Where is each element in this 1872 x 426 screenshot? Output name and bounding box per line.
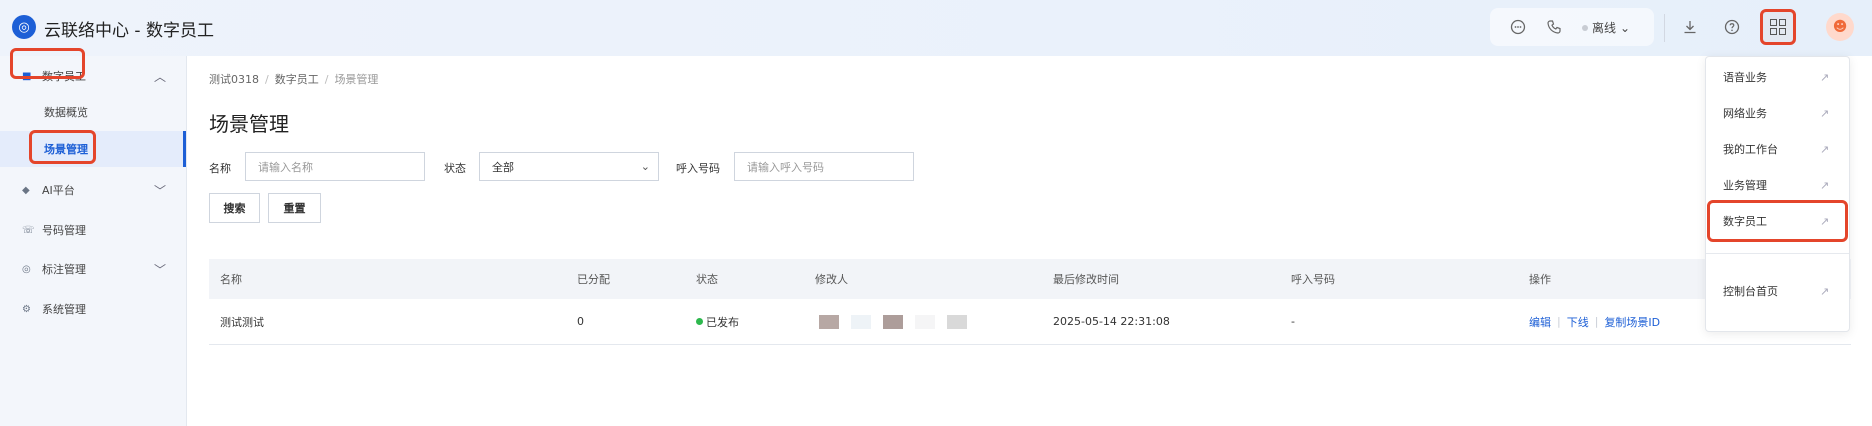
column-header: 最后修改时间 xyxy=(1053,273,1119,286)
chevron-down-icon: ﹀ xyxy=(154,183,167,198)
blur-swatch xyxy=(947,314,967,329)
status-dot xyxy=(1582,24,1588,31)
sidebar-item-number-management[interactable]: ☏ 号码管理 xyxy=(0,210,186,250)
menu-item-network-business[interactable]: 网络业务 ↗ xyxy=(1706,95,1849,131)
breadcrumb-item[interactable]: 测试0318 xyxy=(209,73,259,86)
top-header: ◎ 云联络中心 - 数字员工 离线 ⌄ ☻ xyxy=(0,0,1872,56)
menu-item-voice-business[interactable]: 语音业务 ↗ xyxy=(1706,59,1849,95)
blur-swatch xyxy=(819,314,839,329)
external-link-icon: ↗ xyxy=(1820,178,1830,192)
row-name: 测试测试 xyxy=(220,315,264,329)
status-select[interactable]: 全部 ⌄ xyxy=(479,152,659,181)
row-status: 已发布 xyxy=(696,299,739,344)
sidebar-item-label: 号码管理 xyxy=(42,224,86,237)
status-label: 离线 xyxy=(1592,21,1617,35)
page-title: 场景管理 xyxy=(209,112,289,136)
chevron-up-icon: ︿ xyxy=(154,69,167,84)
app-grid-button[interactable] xyxy=(1760,9,1796,45)
number-input-placeholder: 请输入呼入号码 xyxy=(747,160,824,174)
main-content: 测试0318/数字员工 / 场景管理 场景管理 名称 请输入名称 状态 全部 ⌄ 呼… xyxy=(187,56,1872,426)
app-title: 云联络中心 - 数字员工 xyxy=(44,21,214,41)
help-icon[interactable] xyxy=(1722,17,1742,37)
status-text: 已发布 xyxy=(706,315,739,329)
sidebar-item-label: 标注管理 xyxy=(42,263,86,276)
chevron-down-icon: ﹀ xyxy=(154,262,167,277)
sidebar-item-ai-platform[interactable]: ◆ AI平台 ﹀ xyxy=(0,170,186,210)
gear-icon: ⚙ xyxy=(22,303,31,315)
blurred-modifier-name xyxy=(819,314,967,329)
sidebar-subitem-data-overview[interactable]: 数据概览 xyxy=(0,94,186,130)
chat-icon[interactable] xyxy=(1508,17,1528,37)
status-dot xyxy=(696,318,703,325)
status-filter-label: 状态 xyxy=(444,162,466,175)
menu-item-label: 业务管理 xyxy=(1723,179,1767,192)
scene-table: 名称 已分配 状态 修改人 最后修改时间 呼入号码 操作 测试测试 0 已发布 … xyxy=(209,259,1851,345)
menu-item-label: 我的工作台 xyxy=(1723,143,1778,156)
row-last-modified: 2025-05-14 22:31:08 xyxy=(1053,315,1170,328)
number-search-input[interactable]: 请输入呼入号码 xyxy=(734,152,914,181)
reset-button[interactable]: 重置 xyxy=(268,193,321,223)
column-header: 呼入号码 xyxy=(1291,273,1335,286)
menu-item-label: 网络业务 xyxy=(1723,107,1767,120)
highlight-box xyxy=(1707,200,1848,242)
copy-scene-id-link[interactable]: 复制场景ID xyxy=(1604,314,1660,330)
column-header: 操作 xyxy=(1529,273,1551,286)
blur-swatch xyxy=(915,314,935,329)
table-header: 名称 已分配 状态 修改人 最后修改时间 呼入号码 操作 xyxy=(209,259,1851,299)
blur-swatch xyxy=(851,314,871,329)
search-button[interactable]: 搜索 xyxy=(209,193,260,223)
menu-divider xyxy=(1706,253,1849,254)
app-switcher-dropdown: 语音业务 ↗ 网络业务 ↗ 我的工作台 ↗ 业务管理 ↗ 数字员工 ↗ 控制台首… xyxy=(1705,56,1850,332)
external-link-icon: ↗ xyxy=(1820,284,1830,298)
ai-icon: ◆ xyxy=(22,184,30,196)
user-avatar[interactable]: ☻ xyxy=(1826,13,1854,41)
column-header: 状态 xyxy=(696,273,718,286)
status-select-value: 全部 xyxy=(492,160,514,174)
grid-icon xyxy=(1770,19,1786,35)
highlight-box xyxy=(29,130,96,164)
column-header: 名称 xyxy=(220,273,242,286)
chevron-down-icon: ⌄ xyxy=(1620,20,1631,35)
online-status-select[interactable]: 离线 ⌄ xyxy=(1582,19,1630,36)
name-input-placeholder: 请输入名称 xyxy=(258,160,313,174)
sidebar: ■ 数字员工 ︿ 数据概览 场景管理 ◆ AI平台 ﹀ ☏ 号码管理 ◎ 标注管… xyxy=(0,48,187,426)
header-divider xyxy=(1664,14,1665,42)
column-header: 修改人 xyxy=(815,273,848,286)
phone-icon: ☏ xyxy=(22,224,35,236)
menu-item-label: 控制台首页 xyxy=(1723,285,1778,298)
table-row: 测试测试 0 已发布 2025-05-14 22:31:08 - 编辑 | 下线 | 复… xyxy=(209,299,1851,345)
chevron-down-icon: ⌄ xyxy=(640,160,650,173)
menu-item-business-management[interactable]: 业务管理 ↗ xyxy=(1706,167,1849,203)
tag-icon: ◎ xyxy=(22,263,31,275)
row-inbound-number: - xyxy=(1291,315,1295,328)
phone-icon[interactable] xyxy=(1544,17,1564,37)
row-actions: 编辑 | 下线 | 复制场景ID xyxy=(1529,314,1661,330)
sidebar-item-label: AI平台 xyxy=(42,184,75,197)
external-link-icon: ↗ xyxy=(1820,142,1830,156)
sidebar-item-label: 系统管理 xyxy=(42,303,86,316)
breadcrumb: 测试0318/数字员工 / 场景管理 xyxy=(209,73,379,86)
sidebar-subitem-label: 数据概览 xyxy=(44,106,88,119)
sidebar-item-system-management[interactable]: ⚙ 系统管理 xyxy=(0,289,186,329)
name-filter-label: 名称 xyxy=(209,162,231,175)
number-filter-label: 呼入号码 xyxy=(676,162,720,175)
menu-item-console-home[interactable]: 控制台首页 ↗ xyxy=(1706,273,1849,309)
name-search-input[interactable]: 请输入名称 xyxy=(245,152,425,181)
external-link-icon: ↗ xyxy=(1820,106,1830,120)
highlight-box xyxy=(10,48,85,79)
menu-item-label: 语音业务 xyxy=(1723,71,1767,84)
external-link-icon: ↗ xyxy=(1820,70,1830,84)
row-modifier xyxy=(819,299,967,344)
breadcrumb-item[interactable]: 数字员工 xyxy=(275,73,319,86)
column-header: 已分配 xyxy=(577,273,610,286)
row-assigned: 0 xyxy=(577,315,584,328)
sidebar-item-annotation-management[interactable]: ◎ 标注管理 ﹀ xyxy=(0,249,186,289)
app-logo-icon: ◎ xyxy=(12,15,36,39)
menu-item-my-workbench[interactable]: 我的工作台 ↗ xyxy=(1706,131,1849,167)
breadcrumb-item-current: 场景管理 xyxy=(334,73,379,86)
offline-link[interactable]: 下线 xyxy=(1567,314,1589,330)
blur-swatch xyxy=(883,314,903,329)
download-icon[interactable] xyxy=(1680,17,1700,37)
edit-link[interactable]: 编辑 xyxy=(1529,314,1551,330)
